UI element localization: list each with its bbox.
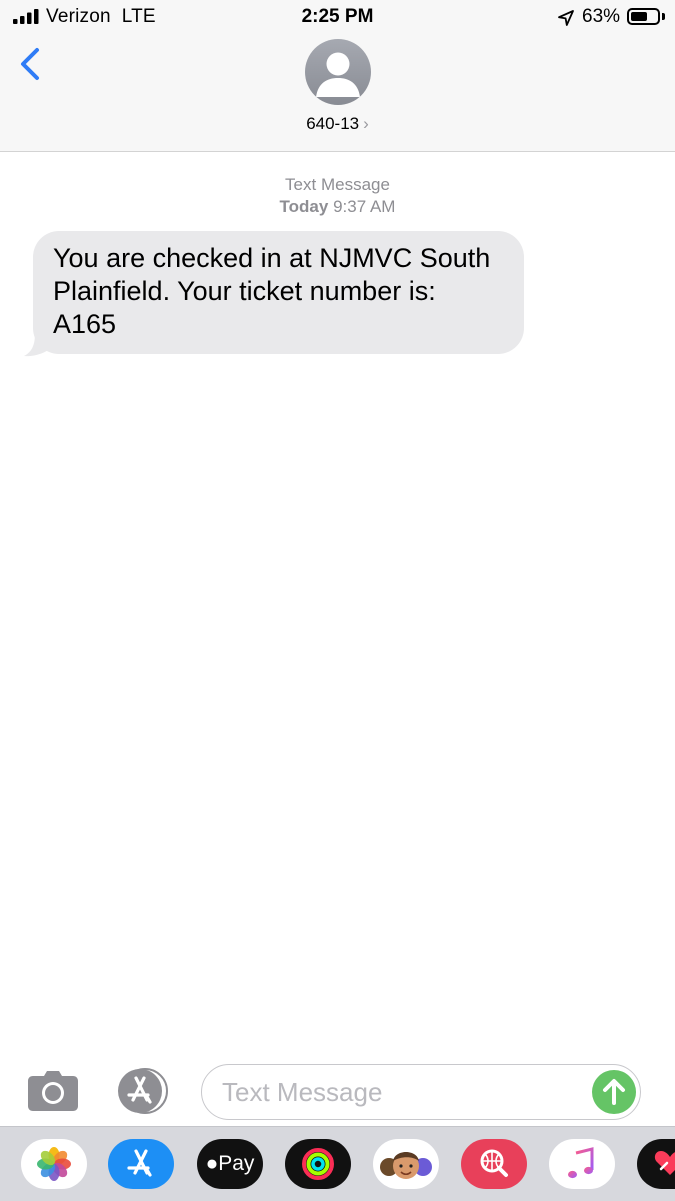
message-row: You are checked in at NJMVC South Plainf…	[22, 231, 524, 357]
message-line: You are checked in at NJMVC South	[53, 243, 491, 273]
digital-touch-app-button[interactable]	[637, 1139, 675, 1189]
memoji-icon	[380, 1152, 432, 1179]
time-label: 9:37 AM	[333, 197, 396, 216]
app-store-app-button[interactable]	[108, 1139, 174, 1189]
activity-app-button[interactable]	[285, 1139, 351, 1189]
contact-name: 640-13	[306, 114, 360, 133]
battery-icon	[627, 8, 660, 25]
battery-level	[631, 12, 647, 21]
contact-chevron-icon: ›	[363, 114, 369, 133]
apple-pay-icon: ●Pay	[205, 1152, 255, 1175]
activity-rings-icon	[302, 1148, 334, 1180]
send-arrow-icon	[603, 1079, 625, 1105]
music-note-icon	[568, 1147, 594, 1179]
battery-percent: 63%	[582, 6, 621, 27]
camera-icon	[28, 1071, 78, 1111]
message-composer	[0, 1058, 675, 1126]
back-button[interactable]	[14, 46, 50, 86]
message-input[interactable]	[222, 1075, 582, 1109]
date-label: Today	[279, 197, 329, 216]
memoji-app-button[interactable]	[373, 1139, 439, 1189]
contact-name-button[interactable]: 640-13 ›	[0, 114, 675, 134]
camera-button[interactable]	[27, 1070, 79, 1112]
photos-icon	[37, 1147, 71, 1181]
apple-pay-label: Pay	[218, 1152, 255, 1175]
message-input-field[interactable]	[201, 1064, 641, 1120]
message-line: Plainfield. Your ticket number is:	[53, 276, 436, 306]
incoming-message-bubble[interactable]: You are checked in at NJMVC South Plainf…	[33, 231, 524, 354]
imessage-app-drawer: ●Pay	[0, 1126, 675, 1201]
location-arrow-icon	[558, 10, 574, 26]
app-store-icon	[127, 1149, 152, 1177]
app-store-icon	[118, 1068, 168, 1114]
image-search-icon	[480, 1149, 508, 1177]
music-app-button[interactable]	[549, 1139, 615, 1189]
send-button[interactable]	[592, 1070, 636, 1114]
contact-avatar[interactable]	[305, 39, 371, 105]
battery-tip	[662, 13, 665, 20]
digital-touch-icon	[654, 1151, 675, 1175]
back-chevron-icon	[21, 48, 39, 80]
contact-avatar-icon	[316, 52, 360, 97]
photos-app-button[interactable]	[21, 1139, 87, 1189]
images-app-button[interactable]	[461, 1139, 527, 1189]
message-line: A165	[53, 309, 117, 339]
app-store-button[interactable]	[114, 1068, 174, 1114]
date-time-label: Today 9:37 AM	[0, 196, 675, 218]
thread-timestamp: Text Message Today 9:37 AM	[0, 174, 675, 218]
service-label: Text Message	[285, 175, 390, 194]
apple-pay-app-button[interactable]: ●Pay	[197, 1139, 263, 1189]
conversation-header: 640-13 ›	[0, 34, 675, 152]
status-bar: Verizon LTE 2:25 PM 63%	[0, 0, 675, 34]
